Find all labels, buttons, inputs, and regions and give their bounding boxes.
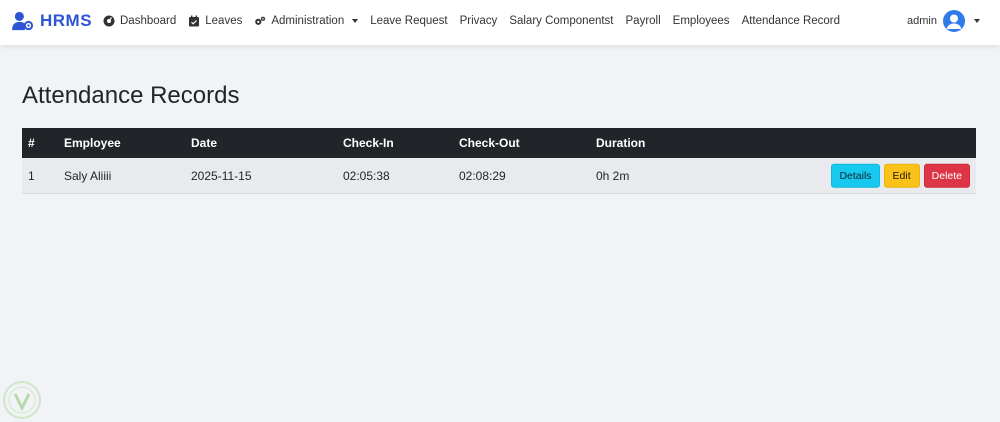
nav-item-label: Dashboard <box>120 15 177 27</box>
top-navbar: HRMS Dashboard Leaves Administration Lea… <box>0 0 1000 45</box>
nav-item-dashboard[interactable]: Dashboard <box>103 15 176 27</box>
row-number: 1 <box>28 168 35 183</box>
nav-item-attendance-record[interactable]: Attendance Record <box>742 15 840 27</box>
employee-name: Saly Aliiii <box>64 168 112 183</box>
edit-button[interactable]: Edit <box>883 163 920 188</box>
brand-logo[interactable]: HRMS <box>12 11 92 31</box>
chevron-down-icon <box>974 19 980 23</box>
nav-item-label: Privacy <box>459 15 498 27</box>
user-menu[interactable]: admin <box>907 10 980 32</box>
column-header-duration: Duration <box>596 136 646 150</box>
user-name: admin <box>907 15 937 27</box>
chevron-down-icon <box>352 19 359 23</box>
check-out-time: 02:08:29 <box>459 168 506 183</box>
page-title: Attendance Records <box>22 82 240 109</box>
column-header-number: # <box>28 136 35 150</box>
nav-item-label: Attendance Record <box>741 15 841 27</box>
watermark-logo-icon <box>3 381 41 419</box>
nav-item-salary-components[interactable]: Salary Componentst <box>509 15 613 27</box>
nav-item-employees[interactable]: Employees <box>673 15 730 27</box>
calendar-check-icon <box>189 15 200 27</box>
attendance-date: 2025-11-15 <box>191 168 252 183</box>
nav-item-leaves[interactable]: Leaves <box>188 15 242 27</box>
brand-name: HRMS <box>40 11 93 30</box>
nav-item-label: Leaves <box>205 15 243 27</box>
column-header-date: Date <box>191 136 218 150</box>
gears-icon <box>255 16 266 25</box>
details-button[interactable]: Details <box>831 163 880 188</box>
table-row: 1 Saly Aliiii 2025-11-15 02:05:38 02:08:… <box>22 158 976 194</box>
nav-item-label: Salary Componentst <box>509 15 614 27</box>
column-header-check-in: Check-In <box>343 136 394 150</box>
nav-item-label: Employees <box>672 15 730 27</box>
table-header-row: # Employee Date Check-In Check-Out Durat… <box>22 128 976 158</box>
column-header-check-out: Check-Out <box>459 136 520 150</box>
nav-item-administration[interactable]: Administration <box>254 15 359 27</box>
nav-item-privacy[interactable]: Privacy <box>460 15 498 27</box>
column-header-employee: Employee <box>64 136 121 150</box>
user-gear-icon <box>12 11 34 31</box>
dashboard-gauge-icon <box>103 15 115 27</box>
nav-item-label: Administration <box>271 15 345 27</box>
nav-item-label: Leave Request <box>370 15 448 27</box>
attendance-table: # Employee Date Check-In Check-Out Durat… <box>22 128 976 194</box>
nav-menu: Dashboard Leaves Administration Leave Re… <box>103 15 852 27</box>
check-in-time: 02:05:38 <box>343 168 390 183</box>
user-avatar-icon <box>943 10 965 32</box>
row-actions: Details Edit Delete <box>831 163 970 188</box>
nav-item-leave-request[interactable]: Leave Request <box>370 15 447 27</box>
nav-item-payroll[interactable]: Payroll <box>626 15 661 27</box>
delete-button[interactable]: Delete <box>923 163 970 188</box>
nav-item-label: Payroll <box>625 15 661 27</box>
duration: 0h 2m <box>596 168 630 183</box>
